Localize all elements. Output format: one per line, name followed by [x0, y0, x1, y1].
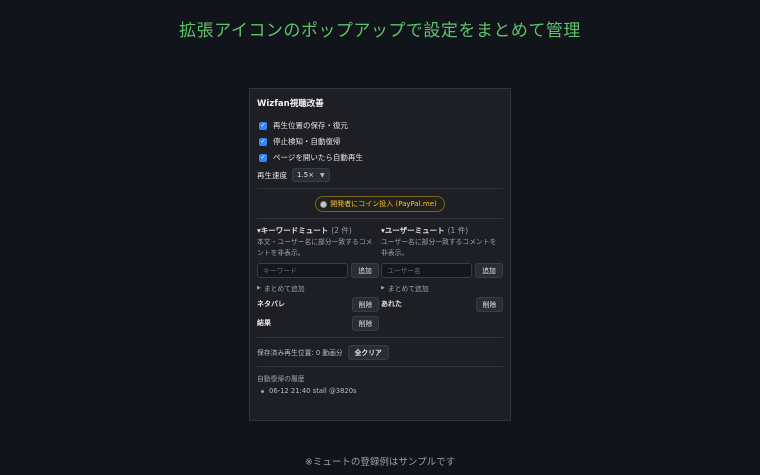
- delete-button[interactable]: 削除: [352, 296, 379, 312]
- speed-select[interactable]: 1.5× ▼: [292, 168, 330, 182]
- checkbox-label: 再生位置の保存・復元: [273, 121, 348, 130]
- checkbox-row-save-position[interactable]: ✓ 再生位置の保存・復元: [257, 120, 503, 131]
- keyword-mute-header[interactable]: ▾ キーワードミュート (2 件): [257, 225, 379, 236]
- divider: [257, 337, 503, 338]
- headline: 拡張アイコンのポップアップで設定をまとめて管理: [179, 21, 581, 41]
- keyword-input-row: キーワード 追加: [257, 262, 379, 278]
- saved-positions-row: 保存済み再生位置: 0 動画分 全クリア: [257, 344, 503, 360]
- user-mute-count: (1 件): [447, 226, 469, 235]
- keyword-mute-description: 本文・ユーザー名に部分一致するコメントを非表示。: [257, 238, 373, 257]
- delete-button[interactable]: 削除: [476, 296, 503, 312]
- delete-button[interactable]: 削除: [352, 315, 379, 331]
- coin-icon: [320, 200, 328, 208]
- chevron-down-icon: ▼: [320, 171, 325, 179]
- saved-positions-text: 保存済み再生位置: 0 動画分: [257, 349, 343, 357]
- keyword-add-button[interactable]: 追加: [351, 262, 379, 278]
- bulk-add-label: まとめて追加: [387, 285, 429, 293]
- divider: [257, 188, 503, 189]
- footnote: ※ミュートの登録例はサンプルです: [304, 457, 456, 468]
- user-bulk-add-toggle[interactable]: ▶ まとめて追加: [381, 283, 503, 293]
- checkbox-checked-icon[interactable]: ✓: [259, 137, 267, 146]
- user-mute-title: ユーザーミュート: [384, 226, 445, 235]
- mute-word: 結果: [257, 319, 271, 327]
- checkbox-label: ページを開いたら自動再生: [273, 153, 363, 162]
- speed-row: 再生速度 1.5× ▼: [257, 168, 503, 182]
- checkbox-row-stall-detect[interactable]: ✓ 停止検知・自動復帰: [257, 136, 503, 147]
- speed-value: 1.5×: [297, 171, 314, 179]
- donate-wrap: 開発者にコイン投入 (PayPal.me): [257, 196, 503, 212]
- username-input[interactable]: ユーザー名: [381, 262, 472, 278]
- keyword-mute-title: キーワードミュート: [260, 226, 329, 235]
- history-text: 06-12 21:40 stall @3820s: [269, 387, 357, 395]
- history-item: 06-12 21:40 stall @3820s: [257, 387, 503, 395]
- donate-label: 開発者にコイン投入 (PayPal.me): [330, 200, 437, 208]
- popup-title: Wizfan視聴改善: [257, 99, 324, 109]
- mute-columns: ▾ キーワードミュート (2 件) 本文・ユーザー名に部分一致するコメントを非表…: [257, 225, 503, 331]
- history-title: 自動復帰の履歴: [257, 375, 305, 383]
- bulk-add-label: まとめて追加: [263, 285, 305, 293]
- keyword-mute-section: ▾ キーワードミュート (2 件) 本文・ユーザー名に部分一致するコメントを非表…: [257, 225, 379, 331]
- keyword-mute-item: ネタバレ 削除: [257, 296, 379, 312]
- user-mute-header[interactable]: ▾ ユーザーミュート (1 件): [381, 225, 503, 236]
- user-mute-section: ▾ ユーザーミュート (1 件) ユーザー名に部分一致するコメントを非表示。 ユ…: [381, 225, 503, 331]
- triangle-right-icon: ▶: [257, 285, 261, 291]
- user-add-button[interactable]: 追加: [475, 262, 503, 278]
- divider: [257, 218, 503, 219]
- mute-word: あれた: [381, 300, 402, 308]
- keyword-bulk-add-toggle[interactable]: ▶ まとめて追加: [257, 283, 379, 293]
- keyword-mute-count: (2 件): [331, 226, 352, 235]
- checkbox-row-autoplay[interactable]: ✓ ページを開いたら自動再生: [257, 152, 503, 163]
- triangle-right-icon: ▶: [381, 285, 385, 291]
- checkbox-checked-icon[interactable]: ✓: [259, 153, 267, 162]
- checkbox-label: 停止検知・自動復帰: [273, 137, 341, 146]
- donate-button[interactable]: 開発者にコイン投入 (PayPal.me): [315, 196, 445, 212]
- bullet-icon: [261, 389, 264, 393]
- user-mute-item: あれた 削除: [381, 296, 503, 312]
- checkbox-checked-icon[interactable]: ✓: [259, 121, 267, 130]
- clear-all-button[interactable]: 全クリア: [347, 344, 389, 360]
- user-mute-description: ユーザー名に部分一致するコメントを非表示。: [381, 238, 497, 257]
- divider: [257, 366, 503, 367]
- speed-label: 再生速度: [257, 170, 287, 180]
- user-input-row: ユーザー名 追加: [381, 262, 503, 278]
- extension-popup: Wizfan視聴改善 ✓ 再生位置の保存・復元 ✓ 停止検知・自動復帰 ✓ ペー…: [249, 88, 511, 421]
- keyword-input[interactable]: キーワード: [257, 262, 348, 278]
- mute-word: ネタバレ: [257, 300, 285, 308]
- keyword-mute-item: 結果 削除: [257, 315, 379, 331]
